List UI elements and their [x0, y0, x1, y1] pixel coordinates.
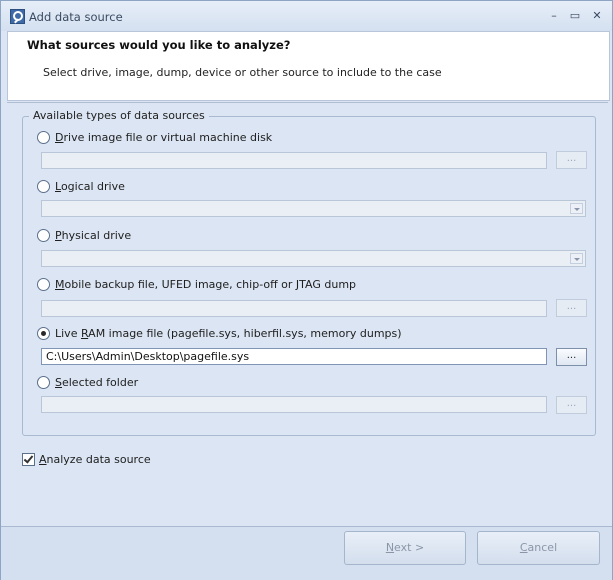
title-bar: Add data source – ▭ ✕ [1, 1, 612, 31]
wizard-header: What sources would you like to analyze? … [7, 31, 610, 101]
radio-button[interactable] [37, 228, 50, 242]
chevron-down-icon[interactable] [570, 203, 583, 214]
radio-mobile-backup[interactable]: Mobile backup file, UFED image, chip-off… [37, 276, 356, 292]
radio-button[interactable] [37, 130, 50, 144]
browse-ram-image-button[interactable]: ... [556, 348, 587, 366]
close-button[interactable]: ✕ [587, 7, 607, 25]
browse-folder-button[interactable]: ... [556, 396, 587, 414]
radio-label: Drive image file or virtual machine disk [55, 130, 273, 144]
folder-path-field[interactable] [41, 396, 547, 413]
radio-logical-drive[interactable]: Logical drive [37, 178, 125, 194]
browse-drive-image-button[interactable]: ... [556, 151, 587, 169]
dialog-window: Add data source – ▭ ✕ What sources would… [0, 0, 613, 580]
radio-live-ram-image[interactable]: Live RAM image file (pagefile.sys, hiber… [37, 325, 402, 341]
radio-selected-folder[interactable]: Selected folder [37, 374, 138, 390]
cancel-button[interactable]: Cancel [477, 531, 600, 565]
minimize-button[interactable]: – [544, 7, 564, 25]
radio-physical-drive[interactable]: Physical drive [37, 227, 131, 243]
checkbox-label: Analyze data source [39, 453, 151, 466]
radio-label: Live RAM image file (pagefile.sys, hiber… [55, 326, 402, 340]
radio-label: Logical drive [55, 179, 125, 193]
chevron-down-icon[interactable] [570, 253, 583, 264]
header-divider [7, 102, 608, 103]
radio-label: Selected folder [55, 375, 139, 389]
radio-label: Physical drive [55, 228, 132, 242]
analyze-data-source-checkbox[interactable]: Analyze data source [22, 453, 151, 466]
field-value: C:\Users\Admin\Desktop\pagefile.sys [46, 350, 250, 363]
browse-mobile-backup-button[interactable]: ... [556, 299, 587, 317]
radio-label: Mobile backup file, UFED image, chip-off… [55, 277, 357, 291]
header-subtitle: Select drive, image, dump, device or oth… [43, 66, 442, 79]
drive-image-path-field[interactable] [41, 152, 547, 169]
radio-drive-image[interactable]: Drive image file or virtual machine disk [37, 129, 272, 145]
radio-button[interactable] [37, 277, 50, 291]
ram-image-path-input[interactable]: C:\Users\Admin\Desktop\pagefile.sys [41, 348, 547, 365]
window-title: Add data source [29, 10, 123, 24]
app-search-icon [10, 9, 25, 24]
radio-button[interactable] [37, 375, 50, 389]
radio-button[interactable] [37, 179, 50, 193]
group-legend: Available types of data sources [29, 109, 209, 122]
physical-drive-select[interactable] [41, 250, 586, 267]
checkmark-icon[interactable] [22, 453, 35, 466]
header-title: What sources would you like to analyze? [27, 38, 291, 52]
mobile-backup-path-field[interactable] [41, 300, 547, 317]
logical-drive-select[interactable] [41, 200, 586, 217]
next-button[interactable]: Next > [344, 531, 466, 565]
radio-button[interactable] [37, 326, 50, 340]
maximize-button[interactable]: ▭ [565, 7, 585, 25]
